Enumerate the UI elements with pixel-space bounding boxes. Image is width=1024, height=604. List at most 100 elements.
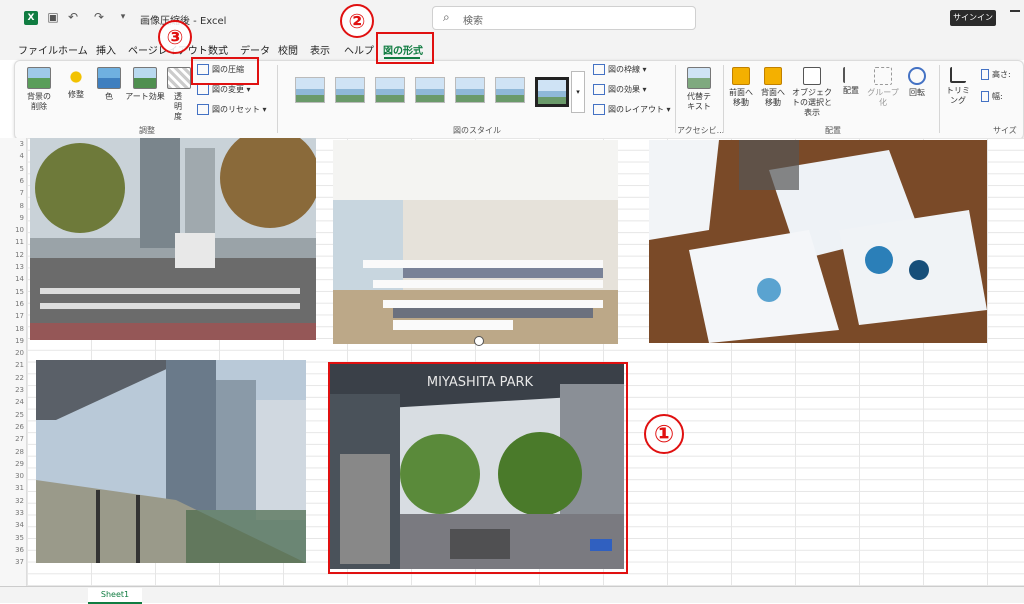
redo-icon[interactable]: ↷ bbox=[92, 10, 106, 24]
row-number[interactable]: 14 bbox=[0, 275, 24, 283]
row-number[interactable]: 22 bbox=[0, 374, 24, 382]
picture-effects-button[interactable]: 図の効果 ▾ bbox=[593, 84, 647, 96]
row-number[interactable]: 29 bbox=[0, 460, 24, 468]
change-picture-button[interactable]: 図の変更 ▾ bbox=[197, 84, 251, 96]
color-button[interactable]: 色 bbox=[95, 67, 123, 102]
size-group-label: サイズ bbox=[993, 126, 1017, 135]
row-number[interactable]: 30 bbox=[0, 472, 24, 480]
change-picture-label: 図の変更 bbox=[212, 85, 244, 94]
picture-style-3[interactable] bbox=[375, 77, 405, 103]
group-divider bbox=[723, 65, 724, 133]
row-number[interactable]: 15 bbox=[0, 288, 24, 296]
row-number[interactable]: 5 bbox=[0, 165, 24, 173]
tab-view[interactable]: 表示 bbox=[310, 42, 330, 57]
tab-insert[interactable]: 挿入 bbox=[96, 42, 116, 57]
row-number[interactable]: 23 bbox=[0, 386, 24, 394]
row-number[interactable]: 16 bbox=[0, 300, 24, 308]
photo-city-crossing[interactable] bbox=[30, 138, 316, 340]
height-icon bbox=[981, 69, 989, 80]
reset-picture-button[interactable]: 図のリセット ▾ bbox=[197, 104, 267, 116]
group-divider bbox=[939, 65, 940, 133]
row-number[interactable]: 35 bbox=[0, 534, 24, 542]
selection-pane-label: オブジェクトの選択と表示 bbox=[792, 88, 832, 117]
transparency-button[interactable]: 透明度 bbox=[167, 67, 191, 122]
group-button[interactable]: グループ化 bbox=[865, 67, 901, 108]
ribbon-tabs: ファイル ホーム 挿入 ページレイアウト 数式 データ 校閲 表示 ヘルプ 図の… bbox=[0, 36, 1024, 60]
photo-seminar-room[interactable] bbox=[333, 140, 618, 344]
picture-style-1[interactable] bbox=[295, 77, 325, 103]
photo-business-documents[interactable] bbox=[649, 140, 987, 343]
search-input[interactable]: ⌕ 検索 bbox=[432, 6, 696, 30]
rotation-handle-icon[interactable] bbox=[474, 336, 484, 346]
picture-style-5[interactable] bbox=[455, 77, 485, 103]
tab-file[interactable]: ファイル bbox=[18, 42, 58, 57]
tab-formulas[interactable]: 数式 bbox=[208, 42, 228, 57]
row-number[interactable]: 3 bbox=[0, 140, 24, 148]
corrections-button[interactable]: 修整 bbox=[61, 67, 91, 100]
annotation-number-1: ① bbox=[644, 414, 684, 454]
minimize-icon[interactable] bbox=[1010, 10, 1020, 12]
row-number[interactable]: 26 bbox=[0, 423, 24, 431]
excel-logo-icon: X bbox=[24, 11, 38, 25]
row-number[interactable]: 10 bbox=[0, 226, 24, 234]
row-number[interactable]: 32 bbox=[0, 497, 24, 505]
rotate-button[interactable]: 回転 bbox=[905, 67, 929, 98]
row-number[interactable]: 21 bbox=[0, 361, 24, 369]
change-picture-icon bbox=[197, 84, 209, 95]
artistic-effects-button[interactable]: アート効果 bbox=[125, 67, 165, 102]
picture-style-6[interactable] bbox=[495, 77, 525, 103]
align-button[interactable]: 配置 bbox=[839, 67, 863, 96]
picture-border-button[interactable]: 図の枠線 ▾ bbox=[593, 64, 647, 76]
selection-pane-button[interactable]: オブジェクトの選択と表示 bbox=[789, 67, 835, 118]
save-icon[interactable]: ▣ bbox=[46, 10, 60, 24]
color-label: 色 bbox=[105, 92, 113, 101]
send-backward-button[interactable]: 背面へ移動 bbox=[759, 67, 787, 108]
crop-button[interactable]: トリミング bbox=[943, 67, 973, 106]
row-number[interactable]: 37 bbox=[0, 558, 24, 566]
picture-layout-button[interactable]: 図のレイアウト ▾ bbox=[593, 104, 671, 116]
tab-review[interactable]: 校閲 bbox=[278, 42, 298, 57]
photo-covered-walkway[interactable] bbox=[36, 360, 306, 563]
row-number[interactable]: 28 bbox=[0, 448, 24, 456]
undo-icon[interactable]: ↶ bbox=[66, 10, 80, 24]
row-number[interactable]: 20 bbox=[0, 349, 24, 357]
tab-data[interactable]: データ bbox=[240, 42, 270, 57]
annotation-number-3: ③ bbox=[158, 20, 192, 54]
height-field[interactable]: 高さ: bbox=[981, 69, 1011, 81]
picture-style-7[interactable] bbox=[535, 77, 569, 107]
quick-access-dropdown-icon[interactable]: ▾ bbox=[116, 10, 130, 24]
row-number[interactable]: 36 bbox=[0, 546, 24, 554]
bring-forward-button[interactable]: 前面へ移動 bbox=[727, 67, 755, 108]
picture-border-label: 図の枠線 bbox=[608, 65, 640, 74]
picture-style-4[interactable] bbox=[415, 77, 445, 103]
row-number[interactable]: 4 bbox=[0, 152, 24, 160]
styles-gallery-more-icon[interactable]: ▾ bbox=[571, 71, 585, 113]
alt-text-button[interactable]: 代替テキスト bbox=[681, 67, 717, 112]
row-number[interactable]: 11 bbox=[0, 238, 24, 246]
row-number[interactable]: 17 bbox=[0, 312, 24, 320]
picture-style-2[interactable] bbox=[335, 77, 365, 103]
row-number[interactable]: 25 bbox=[0, 411, 24, 419]
row-number[interactable]: 8 bbox=[0, 202, 24, 210]
row-number[interactable]: 33 bbox=[0, 509, 24, 517]
tab-home[interactable]: ホーム bbox=[58, 42, 88, 57]
arrange-group-label: 配置 bbox=[825, 126, 841, 135]
tab-help[interactable]: ヘルプ bbox=[344, 42, 374, 57]
row-number[interactable]: 31 bbox=[0, 484, 24, 492]
row-number[interactable]: 6 bbox=[0, 177, 24, 185]
row-number[interactable]: 9 bbox=[0, 214, 24, 222]
signin-button[interactable]: サインイン bbox=[950, 10, 996, 26]
row-number[interactable]: 24 bbox=[0, 398, 24, 406]
row-number[interactable]: 34 bbox=[0, 521, 24, 529]
width-field[interactable]: 幅: bbox=[981, 91, 1003, 103]
row-number[interactable]: 27 bbox=[0, 435, 24, 443]
row-number[interactable]: 18 bbox=[0, 325, 24, 333]
row-number[interactable]: 19 bbox=[0, 337, 24, 345]
alt-text-label: 代替テキスト bbox=[687, 92, 711, 111]
remove-background-button[interactable]: 背景の削除 bbox=[21, 67, 57, 112]
row-number[interactable]: 7 bbox=[0, 189, 24, 197]
row-number[interactable]: 12 bbox=[0, 251, 24, 259]
picture-layout-label: 図のレイアウト bbox=[608, 105, 664, 114]
ribbon: 背景の削除 修整 色 アート効果 透明度 図の圧縮 図の変更 ▾ 図のリセット … bbox=[14, 60, 1024, 140]
row-number[interactable]: 13 bbox=[0, 263, 24, 271]
